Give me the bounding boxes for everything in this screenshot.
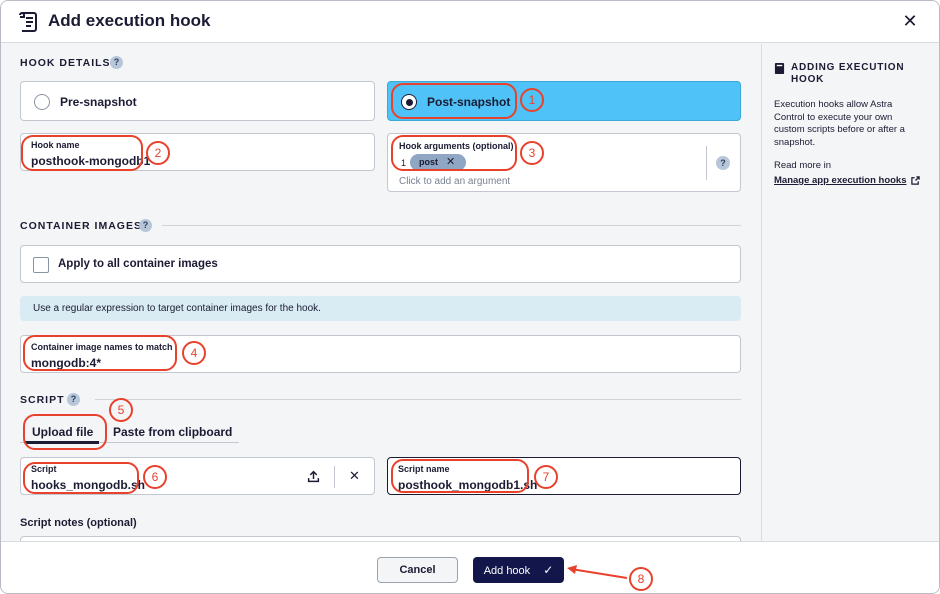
field-divider [334,466,335,488]
sidebar-read-more: Read more in [774,160,832,171]
section-divider [95,399,741,400]
dialog-footer: Cancel Add hook ✓ [1,541,939,593]
callout-1: 1 [520,88,544,112]
help-icon[interactable]: ? [110,56,123,69]
callout-1-outline [391,83,517,119]
field-divider [706,146,707,180]
help-icon[interactable]: ? [716,156,730,170]
cancel-button[interactable]: Cancel [377,557,458,583]
callout-8: 8 [629,567,653,591]
callout-3-outline [391,135,517,171]
container-images-heading: CONTAINER IMAGES [20,220,142,232]
callout-3: 3 [520,141,544,165]
callout-8-arrow [567,565,628,579]
callout-2: 2 [146,141,170,165]
upload-icon[interactable] [307,470,320,483]
pre-snapshot-label: Pre-snapshot [60,95,137,109]
manage-hooks-link[interactable]: Manage app execution hooks [774,175,907,186]
external-link-icon[interactable] [911,176,920,185]
info-banner: Use a regular expression to target conta… [20,296,741,321]
radio-icon[interactable] [34,94,50,110]
add-execution-hook-dialog: Add execution hook ✕ HOOK DETAILS ? Pre-… [0,0,940,594]
checkmark-icon: ✓ [543,563,554,577]
tab-paste-clipboard[interactable]: Paste from clipboard [113,425,232,439]
pre-snapshot-option[interactable]: Pre-snapshot [20,81,375,121]
callout-7: 7 [534,465,558,489]
callout-2-outline [21,135,143,171]
apply-all-option[interactable]: Apply to all container images [20,245,741,283]
sidebar-title-line1: ADDING EXECUTION [791,62,905,73]
help-icon[interactable]: ? [67,393,80,406]
info-text: Use a regular expression to target conta… [33,303,321,314]
add-hook-label: Add hook [483,565,531,577]
help-icon[interactable]: ? [139,219,152,232]
sidebar-description: Execution hooks allow Astra Control to e… [774,99,905,148]
callout-5: 5 [109,398,133,422]
dialog-header: Add execution hook ✕ [1,1,939,43]
clear-icon[interactable]: ✕ [349,468,360,484]
argument-placeholder: Click to add an argument [399,176,511,187]
section-divider [162,225,741,226]
callout-5-outline [23,414,107,450]
checkbox-icon[interactable] [33,257,49,273]
apply-all-label: Apply to all container images [58,258,218,270]
script-icon [19,12,37,32]
script-notes-label: Script notes (optional) [20,517,137,529]
close-icon[interactable]: ✕ [900,11,920,31]
book-icon [774,63,785,74]
callout-7-outline [391,459,529,493]
callout-4-outline [23,335,177,371]
callout-6-outline [23,462,139,494]
add-hook-button[interactable]: Add hook ✓ [473,557,564,583]
script-heading: SCRIPT [20,394,65,406]
callout-6: 6 [143,465,167,489]
callout-4: 4 [182,341,206,365]
dialog-title: Add execution hook [48,11,211,30]
sidebar-title-line2: HOOK [791,74,825,85]
hook-details-heading: HOOK DETAILS [20,57,111,69]
